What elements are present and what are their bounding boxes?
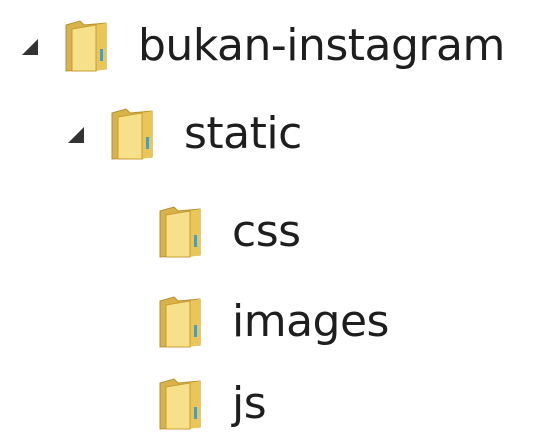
expanded-arrow-icon[interactable] (64, 123, 86, 145)
folder-tree: bukan-instagram static css images js (0, 0, 555, 440)
tree-node-label: images (232, 296, 389, 347)
tree-node-label: css (232, 206, 301, 257)
tree-node-css[interactable]: css (156, 192, 301, 272)
folder-icon (156, 205, 204, 259)
tree-node-images[interactable]: images (156, 282, 389, 362)
folder-icon (156, 377, 204, 431)
tree-node-bukan-instagram[interactable]: bukan-instagram (18, 6, 505, 86)
folder-icon (62, 19, 110, 73)
expanded-arrow-icon[interactable] (18, 35, 40, 57)
tree-node-js[interactable]: js (156, 364, 267, 440)
folder-icon (108, 107, 156, 161)
tree-node-static[interactable]: static (64, 94, 302, 174)
tree-node-label: static (184, 108, 302, 159)
tree-node-label: js (232, 378, 267, 429)
tree-node-label: bukan-instagram (138, 20, 505, 71)
folder-icon (156, 295, 204, 349)
